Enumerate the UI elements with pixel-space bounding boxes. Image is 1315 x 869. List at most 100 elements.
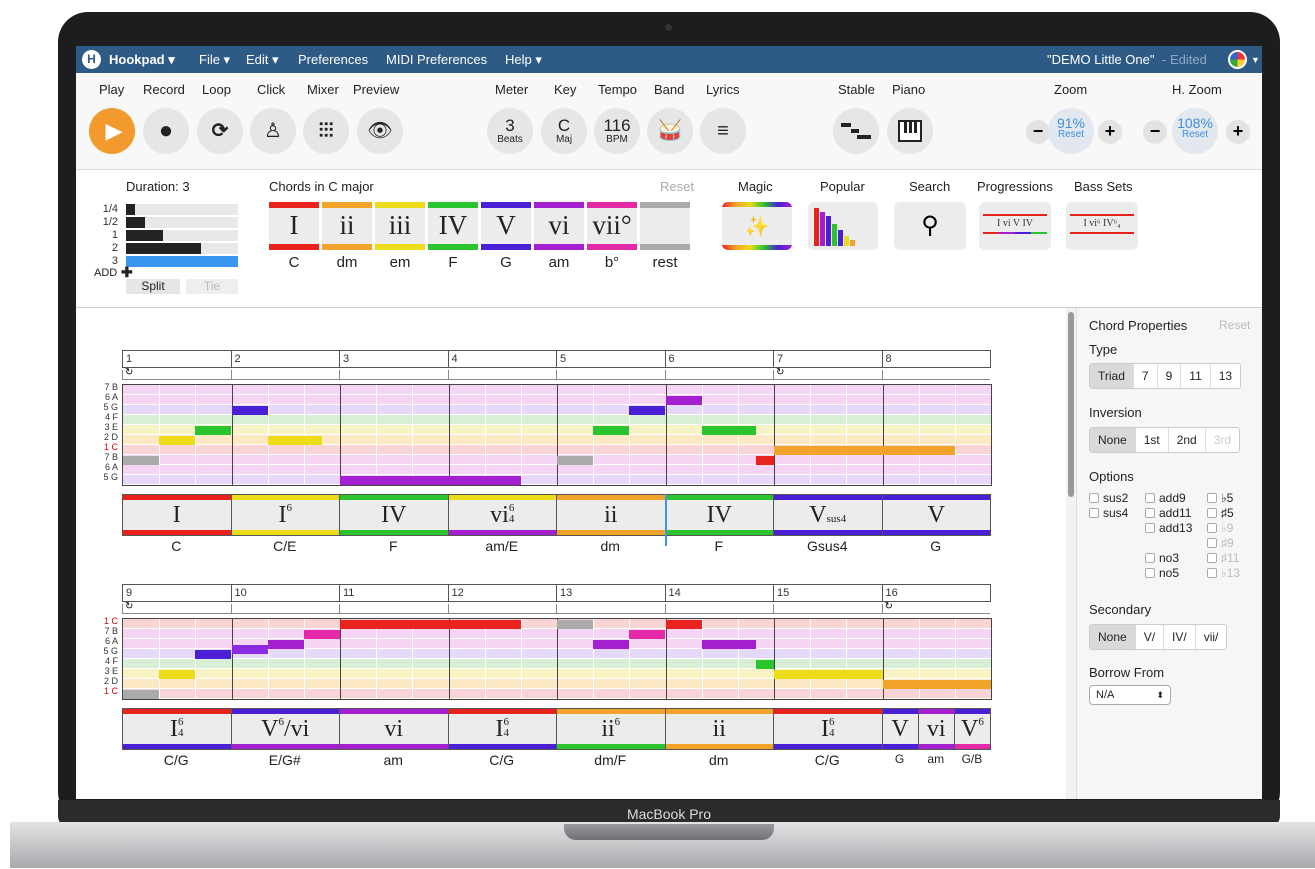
melody-note[interactable] bbox=[159, 669, 196, 679]
magic-button[interactable]: ✨ bbox=[722, 202, 792, 250]
meter-button[interactable]: 3 Beats bbox=[487, 108, 533, 154]
melody-note[interactable] bbox=[340, 619, 521, 629]
inversion-none[interactable]: None bbox=[1090, 428, 1136, 452]
loop-marker-row[interactable] bbox=[339, 604, 448, 614]
chord-block[interactable]: ii 6 bbox=[556, 708, 666, 750]
inversion-2nd[interactable]: 2nd bbox=[1169, 428, 1206, 452]
help-menu[interactable]: Help ▾ bbox=[505, 52, 542, 68]
checkbox-box[interactable] bbox=[1207, 523, 1217, 533]
zoom-in-button[interactable]: + bbox=[1098, 120, 1122, 144]
option-checkbox[interactable]: add9 bbox=[1145, 491, 1186, 505]
option-checkbox[interactable]: ♯5 bbox=[1207, 506, 1234, 520]
checkbox-box[interactable] bbox=[1089, 493, 1099, 503]
edit-menu[interactable]: Edit ▾ bbox=[246, 52, 279, 68]
avatar-chevron-icon[interactable]: ▼ bbox=[1251, 55, 1260, 65]
chord-button[interactable]: vi bbox=[534, 202, 584, 250]
chord-block[interactable]: I64 bbox=[773, 708, 883, 750]
melody-note[interactable] bbox=[629, 629, 666, 639]
option-checkbox[interactable]: no5 bbox=[1145, 566, 1179, 580]
inversion-1st[interactable]: 1st bbox=[1136, 428, 1169, 452]
editor-scrollbar[interactable] bbox=[1066, 308, 1076, 799]
melody-note[interactable] bbox=[267, 639, 304, 649]
loop-marker-row[interactable] bbox=[230, 604, 339, 614]
checkbox-box[interactable] bbox=[1089, 508, 1099, 518]
chord-button[interactable]: ii bbox=[322, 202, 372, 250]
piano-button[interactable] bbox=[887, 108, 933, 154]
bar-number[interactable]: 10 bbox=[230, 584, 340, 602]
properties-reset-button[interactable]: Reset bbox=[1219, 318, 1250, 332]
checkbox-box[interactable] bbox=[1145, 523, 1155, 533]
borrow-from-select[interactable]: N/A ⬍ bbox=[1089, 685, 1171, 705]
chord-button[interactable]: I bbox=[269, 202, 319, 250]
loop-marker-row[interactable] bbox=[447, 604, 556, 614]
loop-marker-row[interactable] bbox=[556, 604, 665, 614]
checkbox-box[interactable] bbox=[1207, 508, 1217, 518]
bar-number[interactable]: 11 bbox=[339, 584, 449, 602]
scrollbar-thumb[interactable] bbox=[1068, 312, 1074, 497]
loop-marker-row[interactable] bbox=[773, 604, 882, 614]
chord-block[interactable]: I64 bbox=[447, 708, 557, 750]
melody-note[interactable] bbox=[195, 649, 232, 659]
chord-block[interactable]: V 6/vi bbox=[230, 708, 340, 750]
zoom-out-button[interactable]: − bbox=[1026, 120, 1050, 144]
click-button[interactable]: ♙ bbox=[250, 108, 296, 154]
checkbox-box[interactable] bbox=[1145, 553, 1155, 563]
bar-number[interactable]: 9 bbox=[122, 584, 232, 602]
playhead[interactable] bbox=[664, 494, 667, 546]
type-7[interactable]: 7 bbox=[1134, 364, 1158, 388]
checkbox-box[interactable] bbox=[1145, 508, 1155, 518]
hzoom-out-button[interactable]: − bbox=[1143, 120, 1167, 144]
band-button[interactable]: 🥁 bbox=[647, 108, 693, 154]
option-checkbox[interactable]: add13 bbox=[1145, 521, 1192, 535]
bar-number[interactable]: 13 bbox=[556, 584, 666, 602]
play-button[interactable]: ▶ bbox=[89, 108, 135, 154]
progressions-button[interactable]: I vi V IV bbox=[979, 202, 1051, 250]
key-button[interactable]: C Maj bbox=[541, 108, 587, 154]
bar-number[interactable]: 14 bbox=[664, 584, 774, 602]
app-menu[interactable]: Hookpad ▾ bbox=[109, 52, 175, 68]
chord-block[interactable]: V bbox=[881, 708, 919, 750]
option-checkbox[interactable]: sus2 bbox=[1089, 491, 1128, 505]
split-button[interactable]: Split bbox=[126, 279, 180, 294]
checkbox-box[interactable] bbox=[1207, 553, 1217, 563]
chord-block[interactable]: I64 bbox=[122, 708, 232, 750]
zoom-reset-button[interactable]: 91% Reset bbox=[1048, 108, 1094, 154]
popular-button[interactable] bbox=[808, 202, 878, 250]
type-9[interactable]: 9 bbox=[1158, 364, 1182, 388]
inversion-3rd[interactable]: 3rd bbox=[1206, 428, 1239, 452]
duration-option[interactable] bbox=[126, 230, 238, 241]
chord-block[interactable]: vi bbox=[339, 708, 449, 750]
bar-number[interactable]: 15 bbox=[773, 584, 883, 602]
melody-grid[interactable] bbox=[122, 618, 992, 700]
duration-option[interactable] bbox=[126, 243, 238, 254]
option-checkbox[interactable]: ♭5 bbox=[1207, 491, 1233, 505]
melody-note[interactable] bbox=[593, 639, 630, 649]
chord-button[interactable] bbox=[640, 202, 690, 250]
chord-button[interactable]: V bbox=[481, 202, 531, 250]
loop-marker-row[interactable] bbox=[664, 604, 773, 614]
stable-button[interactable] bbox=[833, 108, 879, 154]
chord-button[interactable]: vii° bbox=[587, 202, 637, 250]
melody-note[interactable] bbox=[303, 629, 340, 639]
bar-number[interactable]: 16 bbox=[881, 584, 991, 602]
tie-button[interactable]: Tie bbox=[186, 279, 238, 294]
melody-note[interactable] bbox=[557, 619, 594, 629]
duration-option[interactable] bbox=[126, 217, 238, 228]
chord-block[interactable]: ii bbox=[664, 708, 774, 750]
loop-marker-row[interactable] bbox=[122, 604, 231, 614]
bass-sets-button[interactable]: I vi⁶ IV⁶₄ bbox=[1066, 202, 1138, 250]
option-checkbox[interactable]: ♭9 bbox=[1207, 521, 1233, 535]
option-checkbox[interactable]: ♯9 bbox=[1207, 536, 1234, 550]
chord-block[interactable]: V6 bbox=[953, 708, 991, 750]
bar-number[interactable]: 12 bbox=[447, 584, 557, 602]
loop-button[interactable]: ⟳ bbox=[197, 108, 243, 154]
melody-note[interactable] bbox=[123, 689, 160, 699]
chord-block[interactable]: vi bbox=[917, 708, 955, 750]
option-checkbox[interactable]: ♯11 bbox=[1207, 551, 1239, 565]
type-13[interactable]: 13 bbox=[1211, 364, 1240, 388]
chord-button[interactable]: iii bbox=[375, 202, 425, 250]
melody-note[interactable] bbox=[665, 619, 702, 629]
loop-marker-row[interactable] bbox=[881, 604, 990, 614]
option-checkbox[interactable]: ♭13 bbox=[1207, 566, 1240, 580]
preferences-menu[interactable]: Preferences bbox=[298, 52, 368, 67]
